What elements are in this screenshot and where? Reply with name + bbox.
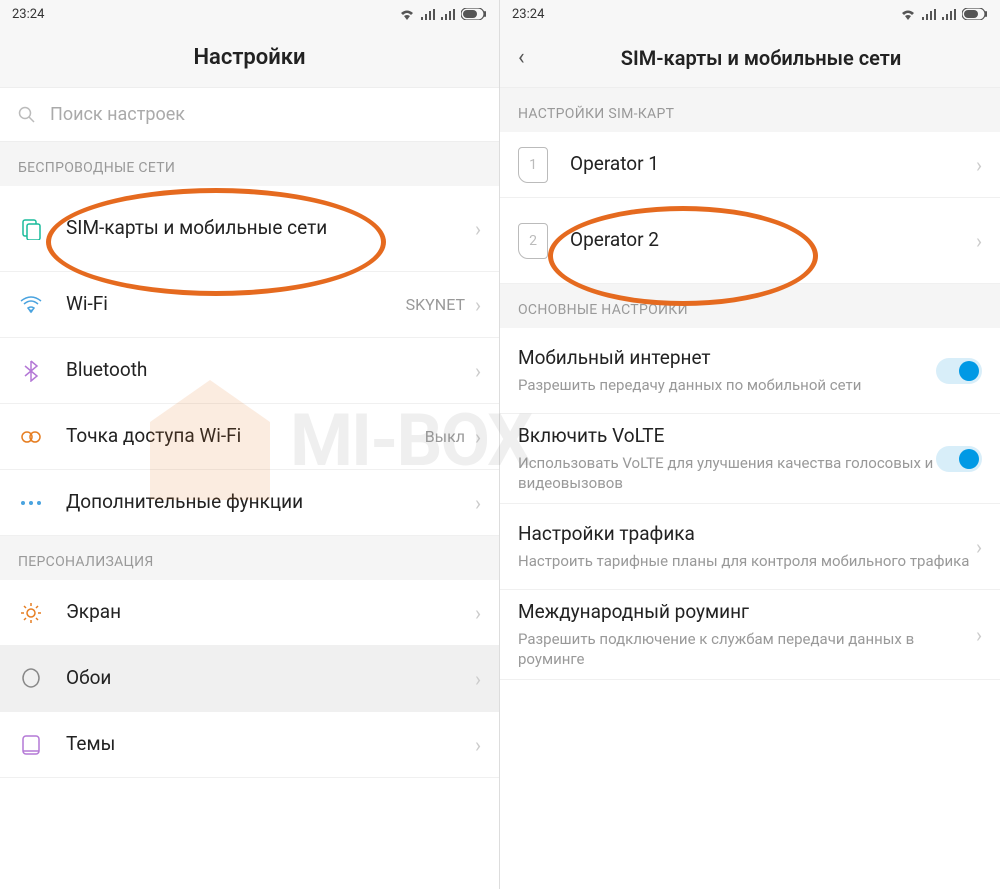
volte-item[interactable]: Включить VoLTE Использовать VoLTE для ул… (500, 414, 1000, 504)
chevron-right-icon: › (475, 491, 481, 515)
item-label: Operator 2 (570, 228, 976, 253)
search-placeholder: Поиск настроек (50, 104, 185, 125)
bluetooth-icon (18, 360, 44, 382)
chevron-right-icon: › (976, 535, 982, 559)
phone-left-settings: 23:24 Настройки Поиск настроек БЕСПРОВОД… (0, 0, 500, 889)
sim2-icon: 2 (518, 223, 548, 259)
roaming-item[interactable]: Международный роуминг Разрешить подключе… (500, 590, 1000, 680)
header: ‹ SIM-карты и мобильные сети (500, 28, 1000, 88)
status-icons (399, 8, 487, 20)
traffic-item[interactable]: Настройки трафика Настроить тарифные пла… (500, 504, 1000, 590)
back-button[interactable]: ‹ (518, 45, 525, 70)
more-icon (18, 500, 44, 506)
item-desc: Разрешить подключение к службам передачи… (518, 629, 976, 670)
item-label: Operator 1 (570, 152, 976, 177)
sim-cards-item[interactable]: SIM-карты и мобильные сети › (0, 186, 499, 272)
more-item[interactable]: Дополнительные функции › (0, 470, 499, 536)
screen-item[interactable]: Экран › (0, 580, 499, 646)
section-personalization: ПЕРСОНАЛИЗАЦИЯ (0, 536, 499, 580)
signal-icon (922, 9, 936, 20)
phone-right-sim: 23:24 ‹ SIM-карты и мобильные сети НАСТР… (500, 0, 1000, 889)
wifi-icon (18, 296, 44, 314)
chevron-right-icon: › (976, 229, 982, 253)
page-title: SIM-карты и мобильные сети (621, 46, 901, 70)
chevron-right-icon: › (475, 733, 481, 757)
signal-icon (421, 9, 435, 20)
operator-1-item[interactable]: 1 Operator 1 › (500, 132, 1000, 198)
header: Настройки (0, 28, 499, 88)
status-time: 23:24 (512, 7, 544, 22)
section-sim-settings: НАСТРОЙКИ SIM-КАРТ (500, 88, 1000, 132)
chevron-right-icon: › (976, 623, 982, 647)
item-desc: Использовать VoLTE для улучшения качеств… (518, 453, 936, 494)
search-icon (18, 106, 36, 124)
item-value: Выкл (425, 427, 465, 446)
item-label: Настройки трафика (518, 522, 976, 547)
item-label: Wi-Fi (66, 292, 406, 317)
item-label: Мобильный интернет (518, 346, 936, 371)
item-label: Точка доступа Wi-Fi (66, 424, 425, 449)
battery-icon (962, 8, 988, 20)
chevron-right-icon: › (475, 293, 481, 317)
item-desc: Разрешить передачу данных по мобильной с… (518, 375, 936, 395)
wallpaper-icon (18, 668, 44, 690)
chevron-right-icon: › (475, 667, 481, 691)
item-label: Экран (66, 600, 475, 625)
hotspot-item[interactable]: Точка доступа Wi-Fi Выкл › (0, 404, 499, 470)
themes-icon (18, 734, 44, 756)
wifi-status-icon (399, 8, 415, 20)
wallpaper-item[interactable]: Обои › (0, 646, 499, 712)
item-label: Bluetooth (66, 358, 475, 383)
themes-item[interactable]: Темы › (0, 712, 499, 778)
wifi-item[interactable]: Wi-Fi SKYNET › (0, 272, 499, 338)
bluetooth-item[interactable]: Bluetooth › (0, 338, 499, 404)
item-value: SKYNET (406, 295, 465, 314)
battery-icon (461, 8, 487, 20)
chevron-right-icon: › (976, 153, 982, 177)
item-label: Включить VoLTE (518, 424, 936, 449)
status-bar: 23:24 (0, 0, 499, 28)
search-input[interactable]: Поиск настроек (0, 88, 499, 142)
sim-icon (18, 218, 44, 240)
section-wireless: БЕСПРОВОДНЫЕ СЕТИ (0, 142, 499, 186)
sim1-icon: 1 (518, 147, 548, 183)
hotspot-icon (18, 429, 44, 445)
item-label: Обои (66, 666, 475, 691)
mobile-data-item[interactable]: Мобильный интернет Разрешить передачу да… (500, 328, 1000, 414)
item-label: Темы (66, 732, 475, 757)
signal-icon (942, 9, 956, 20)
item-label: SIM-карты и мобильные сети (66, 216, 475, 241)
status-bar: 23:24 (500, 0, 1000, 28)
section-main-settings: ОСНОВНЫЕ НАСТРОЙКИ (500, 284, 1000, 328)
item-desc: Настроить тарифные планы для контроля мо… (518, 551, 976, 571)
operator-2-item[interactable]: 2 Operator 2 › (500, 198, 1000, 284)
page-title: Настройки (193, 45, 305, 70)
mobile-data-toggle[interactable] (936, 358, 982, 384)
chevron-right-icon: › (475, 217, 481, 241)
chevron-right-icon: › (475, 425, 481, 449)
status-time: 23:24 (12, 7, 44, 22)
item-label: Дополнительные функции (66, 490, 475, 515)
wifi-status-icon (900, 8, 916, 20)
status-icons (900, 8, 988, 20)
signal-icon (441, 9, 455, 20)
item-label: Международный роуминг (518, 600, 976, 625)
chevron-right-icon: › (475, 601, 481, 625)
chevron-right-icon: › (475, 359, 481, 383)
volte-toggle[interactable] (936, 446, 982, 472)
brightness-icon (18, 602, 44, 624)
